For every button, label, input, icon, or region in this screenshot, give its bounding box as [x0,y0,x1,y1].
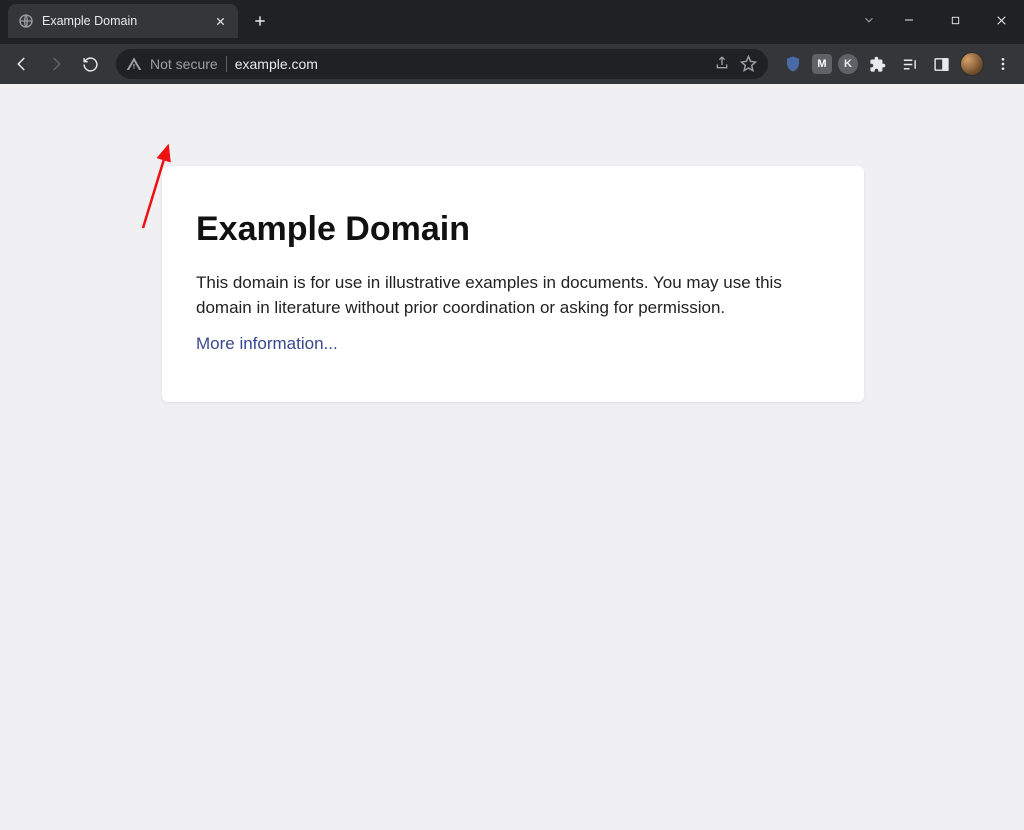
page-heading: Example Domain [196,210,830,249]
minimize-button[interactable] [886,4,932,36]
toolbar: Not secure example.com M K [0,44,1024,84]
reading-list-icon[interactable] [896,51,922,77]
extensions-puzzle-icon[interactable] [864,51,890,77]
mail-extension-icon[interactable]: M [812,54,832,74]
forward-button[interactable] [42,50,70,78]
globe-icon [18,13,34,29]
security-status-label: Not secure [150,56,218,72]
back-button[interactable] [8,50,36,78]
side-panel-icon[interactable] [928,51,954,77]
bookmark-star-icon[interactable] [740,55,758,73]
close-window-button[interactable] [978,4,1024,36]
profile-avatar[interactable] [960,52,984,76]
shield-icon[interactable] [780,51,806,77]
tab-search-button[interactable] [852,4,886,36]
browser-tab[interactable]: Example Domain [8,4,238,38]
more-information-link[interactable]: More information... [196,334,338,353]
new-tab-button[interactable] [246,7,274,35]
share-icon[interactable] [714,55,732,73]
content-card: Example Domain This domain is for use in… [162,166,864,402]
window-controls [852,4,1024,36]
page-paragraph: This domain is for use in illustrative e… [196,271,830,320]
address-bar[interactable]: Not secure example.com [116,49,768,79]
warning-icon [126,56,142,72]
close-tab-button[interactable] [212,13,228,29]
separator [226,56,227,72]
maximize-button[interactable] [932,4,978,36]
url-text: example.com [235,56,706,72]
k-extension-icon[interactable]: K [838,54,858,74]
tab-title: Example Domain [42,14,206,28]
titlebar: Example Domain [0,0,1024,44]
reload-button[interactable] [76,50,104,78]
page-viewport: Example Domain This domain is for use in… [0,84,1024,830]
browser-menu-button[interactable] [990,51,1016,77]
